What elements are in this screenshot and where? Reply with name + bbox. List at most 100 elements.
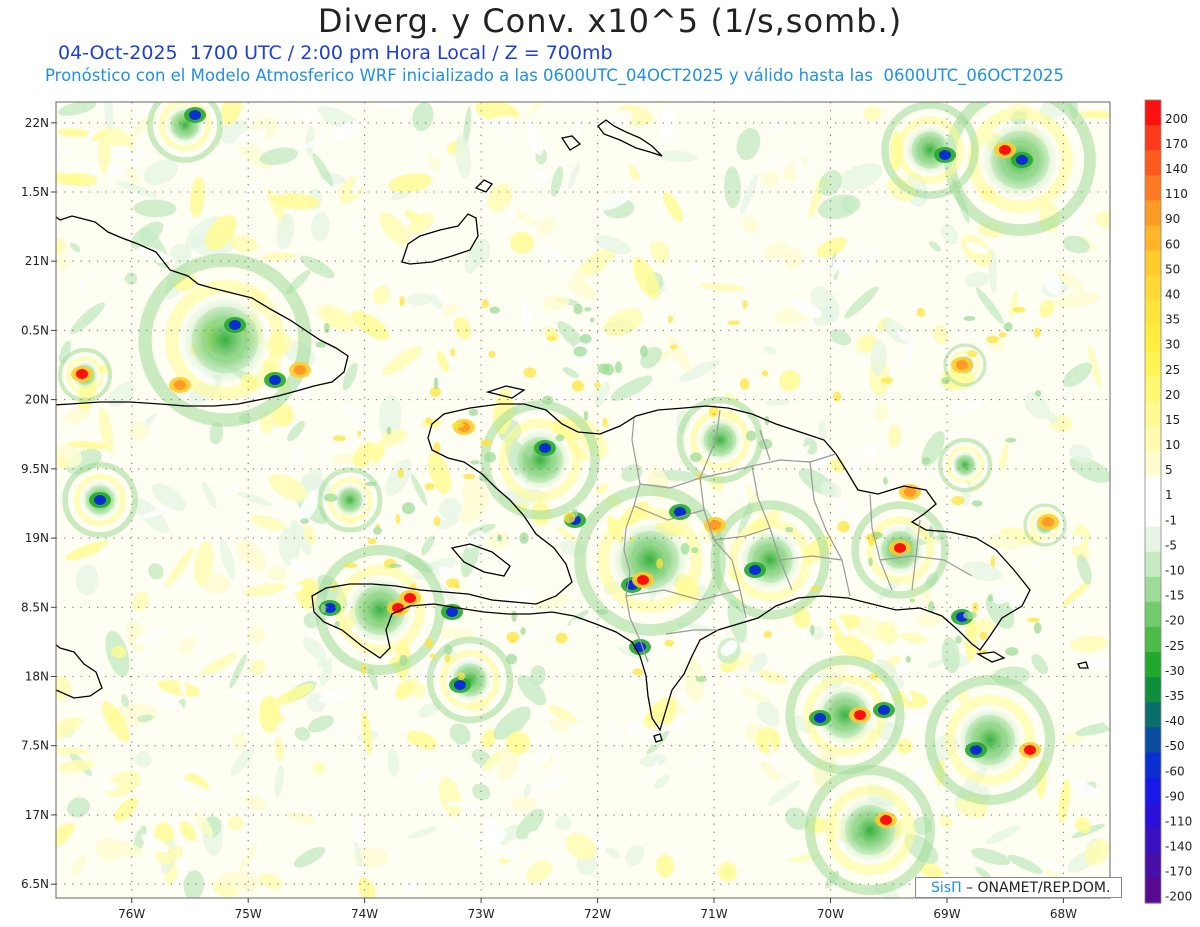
lat-tick-label: 18N bbox=[25, 670, 49, 684]
field-blob bbox=[364, 481, 377, 486]
lon-tick-label: 73W bbox=[468, 907, 495, 921]
colorbar-label: -20 bbox=[1165, 614, 1185, 628]
field-blob bbox=[967, 350, 977, 358]
extreme-cell bbox=[1042, 517, 1054, 527]
convergence-core bbox=[333, 483, 367, 517]
colorbar-label: 50 bbox=[1165, 262, 1180, 276]
field-blob bbox=[584, 307, 592, 312]
field-blob bbox=[909, 598, 915, 603]
field-blob bbox=[511, 610, 517, 622]
field-blob bbox=[963, 316, 976, 321]
colorbar-swatch bbox=[1145, 476, 1161, 503]
field-blob bbox=[597, 363, 610, 375]
field-blob bbox=[837, 521, 850, 533]
colorbar-label: -170 bbox=[1165, 865, 1192, 879]
colorbar-label: -50 bbox=[1165, 739, 1185, 753]
colorbar-label: -140 bbox=[1165, 840, 1192, 854]
extreme-cell bbox=[94, 495, 106, 505]
colorbar-swatch bbox=[1145, 652, 1161, 678]
colorbar-label: -90 bbox=[1165, 789, 1185, 803]
field-blob bbox=[785, 527, 794, 533]
field-blob bbox=[597, 609, 608, 615]
lon-tick-label: 75W bbox=[235, 907, 262, 921]
convergence-core bbox=[837, 797, 903, 863]
extreme-cell bbox=[709, 520, 721, 530]
field-blob bbox=[386, 426, 392, 435]
field-blob bbox=[479, 473, 489, 482]
field-blob bbox=[373, 526, 382, 535]
lat-tick-label: 21N bbox=[25, 254, 49, 268]
colorbar-swatch bbox=[1145, 175, 1161, 201]
colorbar-swatch bbox=[1145, 451, 1161, 477]
field-blob bbox=[1033, 622, 1042, 634]
extreme-cell bbox=[956, 360, 968, 370]
colorbar-label: 90 bbox=[1165, 212, 1180, 226]
latitude-axis: 22N 1.5N 21N 0.5N 20N 9.5N 19N 8.5N 18N 7.5N 17N 6.… bbox=[21, 116, 56, 891]
field-blob bbox=[810, 624, 815, 636]
field-blob bbox=[1027, 617, 1040, 623]
colorbar-swatch bbox=[1145, 852, 1161, 879]
lon-tick-label: 71W bbox=[700, 907, 727, 921]
extreme-cell bbox=[294, 365, 306, 375]
colorbar-swatch bbox=[1145, 702, 1161, 728]
colorbar-label: 140 bbox=[1165, 162, 1188, 176]
field-blob bbox=[433, 516, 441, 527]
extreme-cell bbox=[174, 380, 186, 390]
field-blob bbox=[523, 367, 537, 378]
field-blob bbox=[941, 377, 951, 385]
colorbar-swatch bbox=[1145, 551, 1161, 578]
colorbar-swatch bbox=[1145, 325, 1161, 352]
lon-tick-label: 74W bbox=[351, 907, 378, 921]
field-blob bbox=[324, 493, 338, 502]
field-blob bbox=[656, 558, 664, 569]
extreme-cell bbox=[269, 375, 281, 385]
colorbar-swatch bbox=[1145, 677, 1161, 703]
extreme-cell bbox=[404, 593, 416, 603]
field-blob bbox=[555, 632, 568, 644]
field-blob bbox=[1012, 306, 1026, 313]
longitude-axis: 76W 75W 74W 73W 72W 71W 70W 69W 68W bbox=[118, 898, 1077, 921]
field-blob bbox=[883, 476, 888, 485]
colorbar-swatch bbox=[1145, 877, 1161, 904]
field-blob bbox=[425, 417, 433, 424]
field-blob bbox=[300, 518, 309, 524]
colorbar-label: -5 bbox=[1165, 538, 1177, 552]
credit-box: SisΠ – ONAMET/REP.DOM. bbox=[915, 877, 1122, 898]
convergence-core bbox=[739, 529, 801, 591]
field-blob bbox=[505, 653, 517, 665]
field-blob bbox=[367, 537, 377, 545]
field-blob bbox=[999, 331, 1007, 338]
field-blob bbox=[928, 525, 934, 538]
colorbar-swatch bbox=[1145, 777, 1161, 804]
field-blob bbox=[583, 410, 589, 422]
lat-tick-label: 9.5N bbox=[21, 462, 49, 476]
field-blob bbox=[395, 513, 401, 525]
field-blob bbox=[333, 435, 346, 442]
field-blob bbox=[481, 299, 490, 309]
colorbar-label: -1 bbox=[1165, 513, 1177, 527]
extreme-cell bbox=[539, 443, 551, 453]
field-blob bbox=[690, 452, 702, 463]
colorbar-swatch bbox=[1145, 200, 1161, 227]
field-blob bbox=[833, 391, 841, 402]
extreme-cell bbox=[878, 705, 890, 715]
field-blob bbox=[445, 578, 460, 589]
lon-tick-label: 76W bbox=[118, 907, 145, 921]
colorbar-swatch bbox=[1145, 501, 1161, 528]
lat-tick-label: 17N bbox=[25, 808, 49, 822]
colorbar-label: -10 bbox=[1165, 564, 1185, 578]
colorbar-swatch bbox=[1145, 752, 1161, 779]
colorbar-swatch bbox=[1145, 125, 1161, 151]
lon-tick-label: 72W bbox=[584, 907, 611, 921]
field-blob bbox=[742, 300, 748, 309]
field-blob bbox=[990, 555, 996, 568]
sispi-logo: SisΠ bbox=[931, 880, 962, 896]
colorbar-swatch bbox=[1145, 626, 1161, 653]
field-blob bbox=[745, 430, 757, 441]
colorbar-label: 25 bbox=[1165, 363, 1180, 377]
colorbar-swatch bbox=[1145, 601, 1161, 628]
colorbar-swatch bbox=[1145, 526, 1161, 553]
colorbar-label: 15 bbox=[1165, 413, 1180, 427]
colorbar-swatch bbox=[1145, 300, 1161, 327]
field-blob bbox=[691, 547, 699, 554]
